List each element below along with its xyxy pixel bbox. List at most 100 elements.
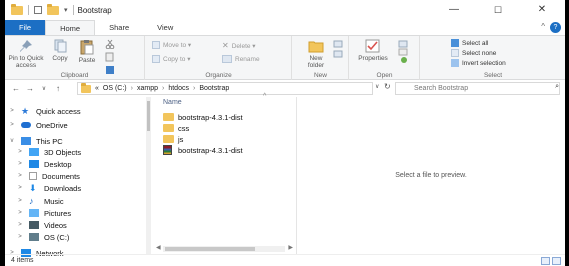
nav-scrollbar[interactable]: [146, 97, 151, 254]
rename-button[interactable]: Rename: [222, 55, 260, 63]
recent-locations-icon[interactable]: ∨: [37, 85, 51, 92]
view-buttons: [541, 257, 561, 265]
desktop-icon: [29, 160, 39, 168]
chevron-right-icon[interactable]: >: [15, 173, 25, 179]
nav-item-desktop[interactable]: > Desktop: [15, 158, 71, 170]
clipboard-group: Pin to Quick access Copy Paste Clipboard: [5, 36, 145, 80]
copy-to-button[interactable]: Copy to ▾: [152, 55, 190, 63]
cube-icon: [29, 148, 39, 156]
toolbar-divider: [72, 5, 74, 15]
large-icons-view-icon[interactable]: [552, 257, 561, 265]
properties-button[interactable]: Properties: [354, 39, 392, 62]
nav-item-music[interactable]: > ♪ Music: [15, 195, 64, 207]
nav-item-label: Videos: [44, 220, 67, 230]
nav-item-label: Music: [44, 196, 64, 206]
select-none-icon: [451, 49, 459, 57]
close-button[interactable]: ✕: [523, 0, 561, 20]
customize-toolbar-icon[interactable]: ▾: [64, 6, 68, 14]
nav-item-quick-access[interactable]: > ★ Quick access: [7, 105, 80, 117]
nav-item-label: 3D Objects: [44, 147, 82, 157]
select-group: Select all Select none Invert selection …: [421, 36, 565, 80]
collapse-ribbon-icon[interactable]: ^: [541, 22, 545, 31]
folder-icon: [81, 82, 91, 93]
address-dropdown-icon[interactable]: ∨: [375, 83, 379, 90]
list-item[interactable]: bootstrap-4.3.1-dist: [163, 145, 243, 155]
breadcrumb-overflow[interactable]: «: [95, 85, 99, 92]
select-none-button[interactable]: Select none: [451, 49, 496, 57]
nav-item-os-c[interactable]: > OS (C:): [15, 231, 69, 243]
breadcrumb-xampp[interactable]: xampp: [137, 85, 158, 92]
computer-icon: [21, 137, 31, 145]
open-group: Properties Open: [350, 36, 420, 80]
nav-item-onedrive[interactable]: > OneDrive: [7, 119, 67, 131]
list-item[interactable]: css: [163, 123, 189, 133]
chevron-right-icon[interactable]: >: [15, 210, 25, 216]
paste-button[interactable]: Paste: [75, 39, 99, 64]
list-item[interactable]: js: [163, 134, 183, 144]
pin-to-quick-access-button[interactable]: Pin to Quick access: [7, 39, 45, 69]
tab-view[interactable]: View: [143, 20, 187, 35]
chevron-right-icon[interactable]: >: [7, 108, 17, 114]
ribbon: Pin to Quick access Copy Paste Clipboard…: [5, 35, 565, 80]
folder-icon: [11, 3, 23, 15]
copy-path-icon[interactable]: [105, 52, 115, 62]
column-header-name[interactable]: Name: [163, 99, 182, 106]
back-arrow-icon[interactable]: ←: [9, 84, 23, 93]
paste-icon: [80, 40, 94, 55]
breadcrumb-bootstrap[interactable]: Bootstrap: [199, 85, 229, 92]
details-view-icon[interactable]: [541, 257, 550, 265]
tab-file[interactable]: File: [5, 20, 46, 35]
up-arrow-icon[interactable]: ↑: [51, 84, 65, 93]
new-item-icon[interactable]: [333, 40, 345, 60]
chevron-right-icon[interactable]: ›: [193, 85, 195, 92]
copy-button[interactable]: Copy: [49, 39, 71, 62]
download-icon: ⬇: [29, 183, 37, 193]
nav-scrollbar-thumb[interactable]: [147, 101, 150, 131]
file-list: ^ Name bootstrap-4.3.1-dist css js boots…: [153, 93, 295, 254]
select-all-button[interactable]: Select all: [451, 39, 488, 47]
breadcrumb-htdocs[interactable]: htdocs: [168, 85, 189, 92]
chevron-right-icon[interactable]: >: [15, 234, 25, 240]
new-folder-button[interactable]: New folder: [303, 39, 329, 69]
search-icon[interactable]: ⌕: [555, 83, 559, 91]
refresh-icon[interactable]: ↻: [384, 82, 391, 91]
chevron-right-icon[interactable]: >: [15, 161, 25, 167]
scroll-right-icon[interactable]: ▶: [288, 244, 293, 251]
nav-item-documents[interactable]: > Documents: [15, 170, 80, 182]
chevron-right-icon[interactable]: ›: [131, 85, 133, 92]
chevron-right-icon[interactable]: >: [7, 122, 17, 128]
chevron-right-icon[interactable]: >: [15, 222, 25, 228]
nav-item-label: This PC: [36, 136, 63, 146]
chevron-right-icon[interactable]: ›: [162, 85, 164, 92]
nav-item-downloads[interactable]: > ⬇ Downloads: [15, 182, 81, 194]
cut-icon[interactable]: [105, 39, 115, 49]
tab-home[interactable]: Home: [45, 20, 96, 35]
move-to-button[interactable]: Move to ▾: [152, 41, 191, 49]
file-list-scrollbar[interactable]: ◀ ▶: [153, 244, 295, 254]
chevron-right-icon[interactable]: >: [15, 198, 25, 204]
properties-quick-icon[interactable]: [34, 6, 42, 14]
open-items-icon[interactable]: [398, 40, 412, 64]
scrollbar-thumb[interactable]: [165, 247, 255, 251]
chevron-right-icon[interactable]: >: [15, 185, 25, 191]
new-folder-quick-icon[interactable]: [47, 3, 59, 15]
chevron-down-icon[interactable]: v: [7, 138, 17, 144]
breadcrumb-os-c[interactable]: OS (C:): [103, 85, 127, 92]
file-explorer-window: ▾ Bootstrap — ☐ ✕ File Home Share View ^…: [5, 0, 565, 266]
chevron-right-icon[interactable]: >: [15, 149, 25, 155]
search-input[interactable]: Search Bootstrap: [395, 82, 560, 95]
nav-item-3d-objects[interactable]: >3D Objects: [15, 146, 81, 158]
invert-selection-button[interactable]: Invert selection: [451, 59, 506, 67]
nav-item-videos[interactable]: > Videos: [15, 219, 67, 231]
maximize-button[interactable]: ☐: [479, 0, 517, 20]
scroll-left-icon[interactable]: ◀: [156, 244, 161, 251]
forward-arrow-icon[interactable]: →: [23, 84, 37, 93]
delete-button[interactable]: ✕ Delete ▾: [222, 41, 256, 50]
help-icon[interactable]: ?: [550, 22, 561, 33]
tab-share[interactable]: Share: [95, 20, 143, 35]
list-item[interactable]: bootstrap-4.3.1-dist: [163, 112, 243, 122]
nav-item-pictures[interactable]: > Pictures: [15, 207, 71, 219]
new-folder-icon: [308, 41, 324, 53]
minimize-button[interactable]: —: [435, 0, 473, 20]
address-bar[interactable]: « OS (C:) › xampp › htdocs › Bootstrap: [77, 82, 373, 95]
